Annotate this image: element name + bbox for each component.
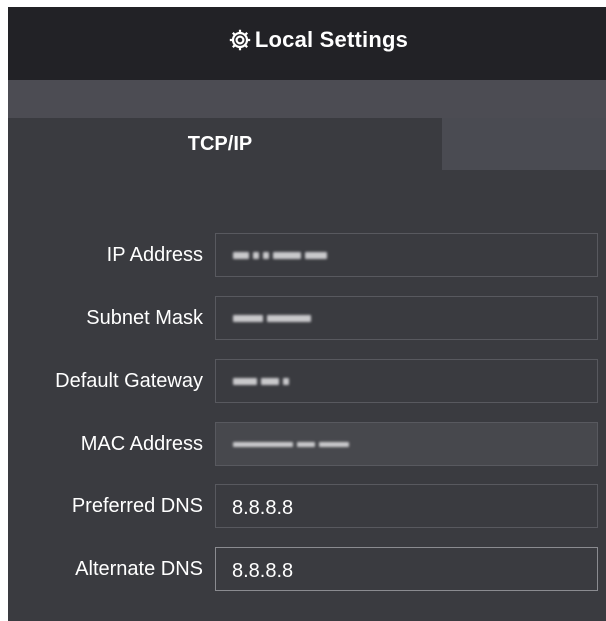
tab-bar: TCP/IP	[8, 118, 606, 170]
header-title-group: Local Settings	[228, 27, 408, 53]
header-divider-strip	[8, 80, 606, 118]
subnet-mask-label: Subnet Mask	[86, 307, 203, 329]
tab-tcp-ip[interactable]: TCP/IP	[8, 118, 442, 170]
alternate-dns-input[interactable]	[215, 547, 598, 591]
default-gateway-label: Default Gateway	[55, 370, 203, 392]
ip-address-row: IP Address	[8, 233, 606, 277]
ip-address-label: IP Address	[106, 244, 203, 266]
preferred-dns-label: Preferred DNS	[71, 495, 203, 517]
panel-header: Local Settings	[8, 7, 606, 80]
preferred-dns-input[interactable]	[215, 484, 598, 528]
default-gateway-row: Default Gateway	[8, 359, 606, 403]
local-settings-panel: Local Settings TCP/IP IP Address Subnet …	[8, 7, 606, 621]
ip-address-input[interactable]	[215, 233, 598, 277]
alternate-dns-row: Alternate DNS	[8, 547, 606, 591]
mac-address-row: MAC Address	[8, 422, 606, 466]
default-gateway-input[interactable]	[215, 359, 598, 403]
tab-tcp-ip-label: TCP/IP	[187, 132, 253, 155]
preferred-dns-row: Preferred DNS	[8, 484, 606, 528]
subnet-mask-input[interactable]	[215, 296, 598, 340]
mac-address-input	[215, 422, 598, 466]
page-title: Local Settings	[254, 26, 409, 52]
mac-address-label: MAC Address	[80, 433, 203, 455]
alternate-dns-label: Alternate DNS	[75, 558, 203, 580]
gear-icon	[229, 29, 251, 50]
subnet-mask-row: Subnet Mask	[8, 296, 606, 340]
